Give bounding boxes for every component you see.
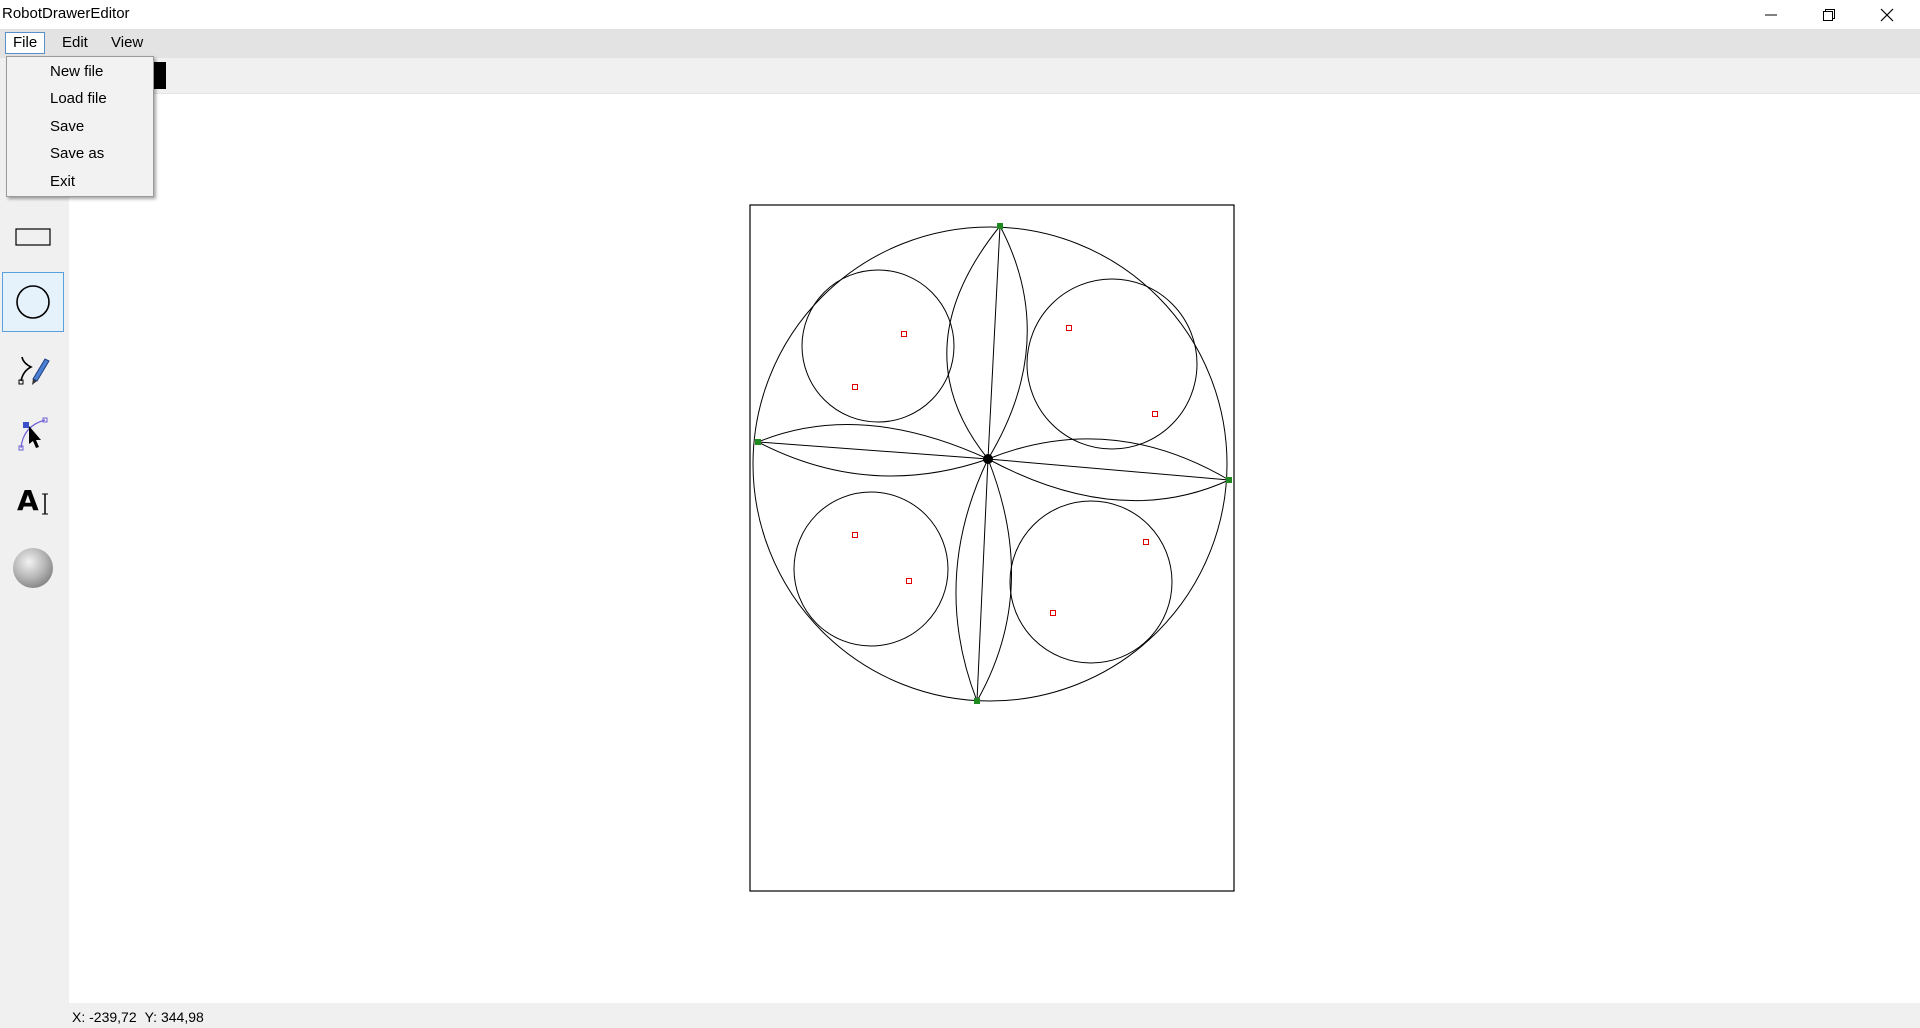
menu-item-load-file[interactable]: Load file [50,88,107,110]
title-bar: RobotDrawerEditor [0,0,1920,29]
ellipse-icon [16,285,50,319]
page-rect [749,204,1235,892]
window-title: RobotDrawerEditor [2,5,130,22]
cursor-x: X: -239,72 [72,1009,137,1025]
tool-panel: A [0,93,69,1003]
menu-file[interactable]: File [5,32,46,54]
pen-icon [18,356,50,385]
rectangle-icon [15,228,51,246]
menu-edit[interactable]: Edit [55,32,95,54]
menu-bar: File Edit View [0,29,1920,58]
cursor-coordinates: X: -239,72 Y: 344,98 [72,1009,212,1025]
drawing-canvas[interactable] [69,93,1920,1003]
menu-item-save[interactable]: Save [50,116,84,138]
bezier-icon [18,417,48,451]
restore-button[interactable] [1800,0,1858,29]
menu-item-new-file[interactable]: New file [50,61,103,83]
freehand-tool[interactable] [2,339,64,399]
close-icon [1880,8,1894,21]
sphere-icon [13,548,53,588]
rectangle-tool[interactable] [2,207,64,267]
close-button[interactable] [1858,0,1916,29]
toolstrip [0,58,1920,94]
text-tool[interactable]: A [2,470,64,530]
text-icon: A [17,484,48,517]
file-menu-dropdown: New file Load file Save Save as Exit [6,56,154,197]
cursor-y: Y: 344,98 [144,1009,204,1025]
fill-tool[interactable] [2,538,64,598]
menu-item-exit[interactable]: Exit [50,171,75,193]
restore-icon [1823,8,1835,21]
menu-item-save-as[interactable]: Save as [50,143,104,165]
bezier-tool[interactable] [2,404,64,464]
minimize-button[interactable] [1742,0,1800,29]
svg-text:A: A [17,484,39,517]
status-bar: X: -239,72 Y: 344,98 [0,1003,1920,1028]
minimize-icon [1765,14,1777,15]
ellipse-tool[interactable] [2,272,64,332]
center-point[interactable] [983,454,993,464]
menu-view[interactable]: View [104,32,150,54]
